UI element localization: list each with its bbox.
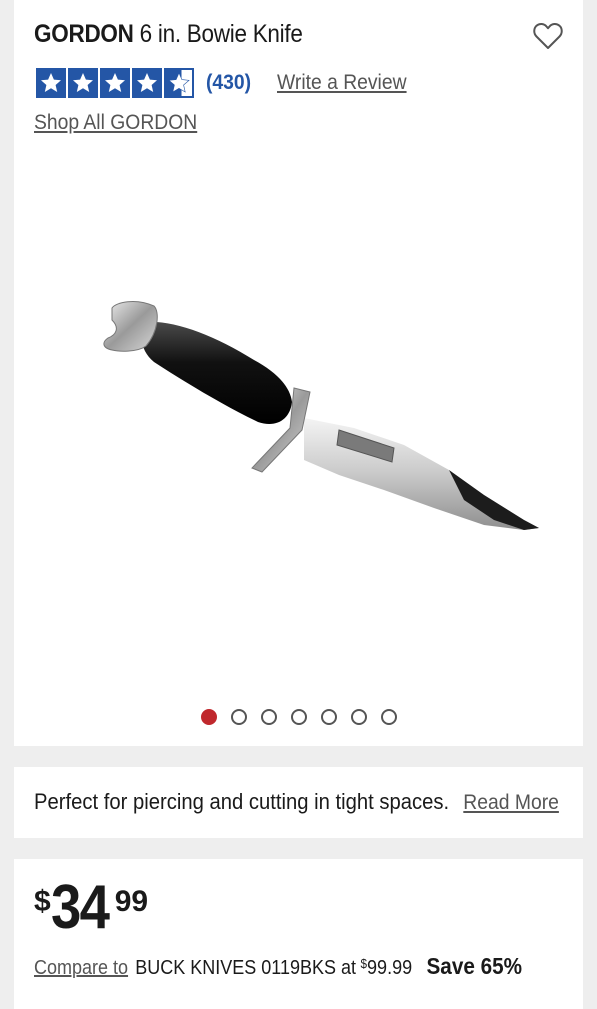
carousel-dot[interactable]: [261, 709, 277, 725]
half-star-icon: [164, 68, 194, 98]
rating-row: (430) Write a Review: [36, 67, 418, 99]
compare-item: BUCK KNIVES 0119BKS at: [135, 957, 357, 979]
rating-stars[interactable]: [36, 68, 194, 98]
carousel-dot[interactable]: [201, 709, 217, 725]
shop-all-brand-link[interactable]: Shop All GORDON: [34, 111, 197, 135]
compare-to-link[interactable]: Compare to: [34, 957, 128, 980]
product-description: Perfect for piercing and cutting in tigh…: [34, 789, 450, 814]
bowie-knife-image[interactable]: [54, 280, 554, 580]
price-card: $ 34 99 Compare to BUCK KNIVES 0119BKS a…: [14, 859, 583, 1009]
star-icon: [132, 68, 162, 98]
product-title: GORDON 6 in. Bowie Knife: [34, 20, 303, 49]
compare-row: Compare to BUCK KNIVES 0119BKS at $ 99.9…: [34, 953, 522, 980]
read-more-link[interactable]: Read More: [463, 791, 559, 815]
compare-currency: $: [360, 956, 368, 971]
price-currency: $: [34, 885, 51, 918]
carousel-dot[interactable]: [291, 709, 307, 725]
carousel-dot[interactable]: [231, 709, 247, 725]
product-brand: GORDON: [34, 20, 134, 48]
product-card: GORDON 6 in. Bowie Knife (430) Write a R…: [14, 0, 583, 746]
star-icon: [36, 68, 66, 98]
star-icon: [100, 68, 130, 98]
product-price: $ 34 99: [34, 875, 148, 945]
price-dollars: 34: [50, 873, 110, 942]
savings-label: Save 65%: [426, 953, 523, 979]
carousel-dot[interactable]: [321, 709, 337, 725]
write-review-link[interactable]: Write a Review: [277, 71, 407, 95]
carousel-dot[interactable]: [351, 709, 367, 725]
compare-price: 99.99: [367, 957, 413, 979]
favorite-heart-icon[interactable]: [533, 22, 563, 50]
price-cents: 99: [114, 885, 149, 918]
description-card: Perfect for piercing and cutting in tigh…: [14, 767, 583, 838]
image-carousel-indicators: [201, 709, 397, 725]
review-count-link[interactable]: (430): [206, 71, 251, 95]
star-icon: [68, 68, 98, 98]
carousel-dot[interactable]: [381, 709, 397, 725]
product-name: 6 in. Bowie Knife: [139, 20, 303, 48]
